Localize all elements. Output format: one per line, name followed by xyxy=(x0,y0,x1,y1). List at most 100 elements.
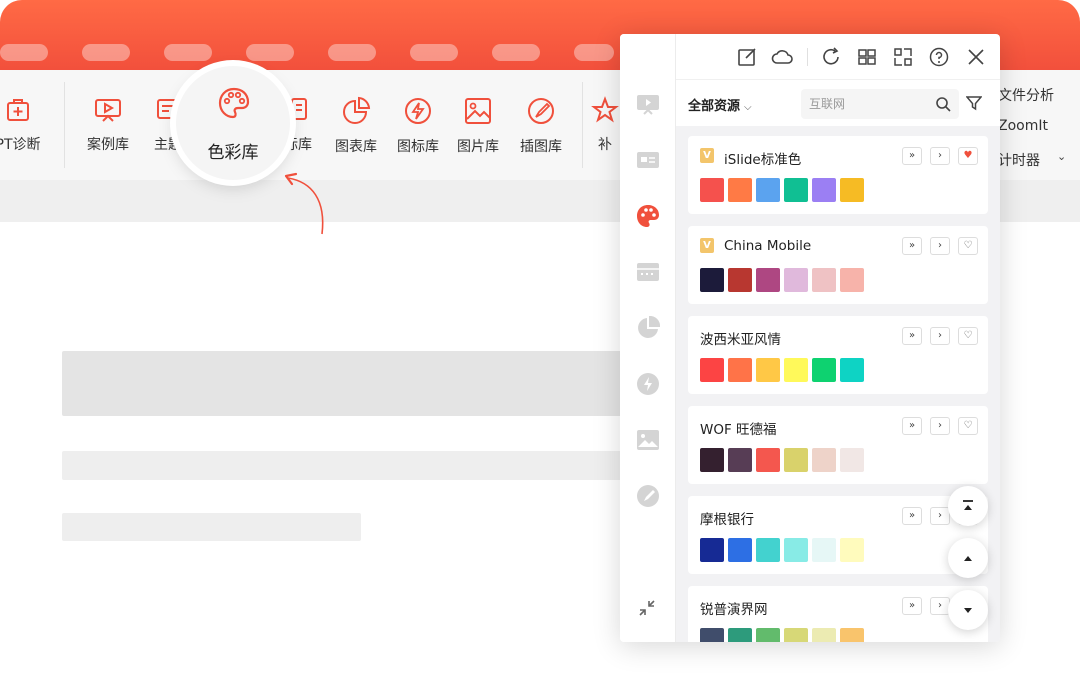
timer-item[interactable]: 计时器 xyxy=(998,150,1040,170)
color-swatch[interactable] xyxy=(700,178,724,202)
tab-placeholder[interactable] xyxy=(492,44,540,61)
palette-card[interactable]: 波西米亚风情 » › ♡ xyxy=(688,316,988,394)
expand-button[interactable]: › xyxy=(930,327,950,345)
zoomit-item[interactable]: ZoomIt xyxy=(998,118,1048,134)
color-swatch[interactable] xyxy=(756,358,780,382)
search-icon[interactable] xyxy=(935,96,951,112)
color-swatch[interactable] xyxy=(728,178,752,202)
color-swatch[interactable] xyxy=(700,268,724,292)
apply-all-button[interactable]: » xyxy=(902,237,922,255)
expand-button[interactable]: › xyxy=(930,417,950,435)
color-swatch[interactable] xyxy=(728,268,752,292)
favorite-heart-icon[interactable]: ♡ xyxy=(958,327,978,345)
tab-placeholder[interactable] xyxy=(410,44,458,61)
scroll-down-button[interactable] xyxy=(948,590,988,630)
chart-library-button[interactable]: 图表库 xyxy=(326,96,386,156)
palette-card[interactable]: ViSlide标准色 » › ♥ xyxy=(688,136,988,214)
scroll-top-button[interactable] xyxy=(948,486,988,526)
chevron-down-icon[interactable]: ⌄ xyxy=(1057,150,1066,163)
brush-icon[interactable] xyxy=(636,484,660,508)
color-swatch[interactable] xyxy=(784,358,808,382)
palette-card[interactable]: WOF 旺德福 » › ♡ xyxy=(688,406,988,484)
color-swatch[interactable] xyxy=(840,628,864,642)
filter-icon[interactable] xyxy=(966,95,982,111)
scroll-up-button[interactable] xyxy=(948,538,988,578)
color-swatch[interactable] xyxy=(728,448,752,472)
color-swatch[interactable] xyxy=(812,628,836,642)
color-swatch[interactable] xyxy=(812,268,836,292)
help-icon[interactable] xyxy=(928,46,950,68)
apply-all-button[interactable]: » xyxy=(902,327,922,345)
expand-button[interactable]: › xyxy=(930,597,950,615)
color-swatch[interactable] xyxy=(840,538,864,562)
layout-icon[interactable] xyxy=(636,260,660,284)
tab-placeholder[interactable] xyxy=(328,44,376,61)
color-swatch[interactable] xyxy=(784,268,808,292)
search-input[interactable] xyxy=(809,95,929,113)
favorite-heart-icon[interactable]: ♥ xyxy=(958,147,978,165)
grid-icon[interactable] xyxy=(856,46,878,68)
favorite-heart-icon[interactable]: ♡ xyxy=(958,417,978,435)
close-icon[interactable] xyxy=(965,46,987,68)
color-swatch[interactable] xyxy=(840,358,864,382)
apply-all-button[interactable]: » xyxy=(902,417,922,435)
cloud-icon[interactable] xyxy=(770,46,794,68)
color-swatch[interactable] xyxy=(784,448,808,472)
apply-all-button[interactable]: » xyxy=(902,507,922,525)
illustration-library-button[interactable]: 插图库 xyxy=(511,96,571,156)
tab-placeholder[interactable] xyxy=(164,44,212,61)
color-swatch[interactable] xyxy=(728,628,752,642)
color-swatch[interactable] xyxy=(700,358,724,382)
color-swatch[interactable] xyxy=(756,178,780,202)
image-icon[interactable] xyxy=(636,428,660,452)
tab-placeholder[interactable] xyxy=(574,44,614,61)
pie-chart-icon[interactable] xyxy=(636,316,660,340)
refresh-icon[interactable] xyxy=(820,46,842,68)
color-swatch[interactable] xyxy=(700,538,724,562)
color-swatch[interactable] xyxy=(840,268,864,292)
color-swatch[interactable] xyxy=(840,178,864,202)
color-swatch[interactable] xyxy=(756,628,780,642)
color-swatch[interactable] xyxy=(728,358,752,382)
icon-gallery-button[interactable]: 图标库 xyxy=(388,96,448,156)
color-swatch[interactable] xyxy=(756,538,780,562)
tab-placeholder[interactable] xyxy=(0,44,48,61)
expand-button[interactable]: › xyxy=(930,507,950,525)
color-swatch[interactable] xyxy=(812,538,836,562)
ppt-diagnosis-button[interactable]: PT诊断 xyxy=(0,96,48,154)
edit-icon[interactable] xyxy=(736,46,758,68)
palette-card[interactable]: V China Mobile » › ♡ xyxy=(688,226,988,304)
expand-button[interactable]: › xyxy=(930,237,950,255)
palette-card[interactable]: 锐普演界网»›♡ xyxy=(688,586,988,642)
color-swatch[interactable] xyxy=(700,628,724,642)
search-box[interactable] xyxy=(801,89,959,119)
color-swatch[interactable] xyxy=(784,628,808,642)
extra-button[interactable]: 补 xyxy=(590,96,620,154)
color-swatch[interactable] xyxy=(756,448,780,472)
collapse-icon[interactable] xyxy=(638,599,656,617)
color-swatch[interactable] xyxy=(812,358,836,382)
image-library-button[interactable]: 图片库 xyxy=(448,96,508,156)
case-library-button[interactable]: 案例库 xyxy=(78,96,138,154)
palette-icon[interactable] xyxy=(636,204,660,228)
apply-all-button[interactable]: » xyxy=(902,597,922,615)
lightning-icon[interactable] xyxy=(636,372,660,396)
scan-icon[interactable] xyxy=(892,46,914,68)
color-swatch[interactable] xyxy=(700,448,724,472)
color-swatch[interactable] xyxy=(812,448,836,472)
scope-dropdown[interactable]: 全部资源 ⌵ xyxy=(688,95,752,114)
tab-placeholder[interactable] xyxy=(82,44,130,61)
color-swatch[interactable] xyxy=(784,538,808,562)
file-analysis-item[interactable]: 文件分析 xyxy=(998,85,1054,105)
color-swatch[interactable] xyxy=(840,448,864,472)
color-swatch[interactable] xyxy=(784,178,808,202)
color-swatch[interactable] xyxy=(756,268,780,292)
favorite-heart-icon[interactable]: ♡ xyxy=(958,237,978,255)
card-icon[interactable] xyxy=(636,148,660,172)
slideshow-icon[interactable] xyxy=(636,92,660,116)
palette-card[interactable]: 摩根银行»›♡ xyxy=(688,496,988,574)
apply-all-button[interactable]: » xyxy=(902,147,922,165)
tab-placeholder[interactable] xyxy=(246,44,294,61)
expand-button[interactable]: › xyxy=(930,147,950,165)
color-swatch[interactable] xyxy=(812,178,836,202)
